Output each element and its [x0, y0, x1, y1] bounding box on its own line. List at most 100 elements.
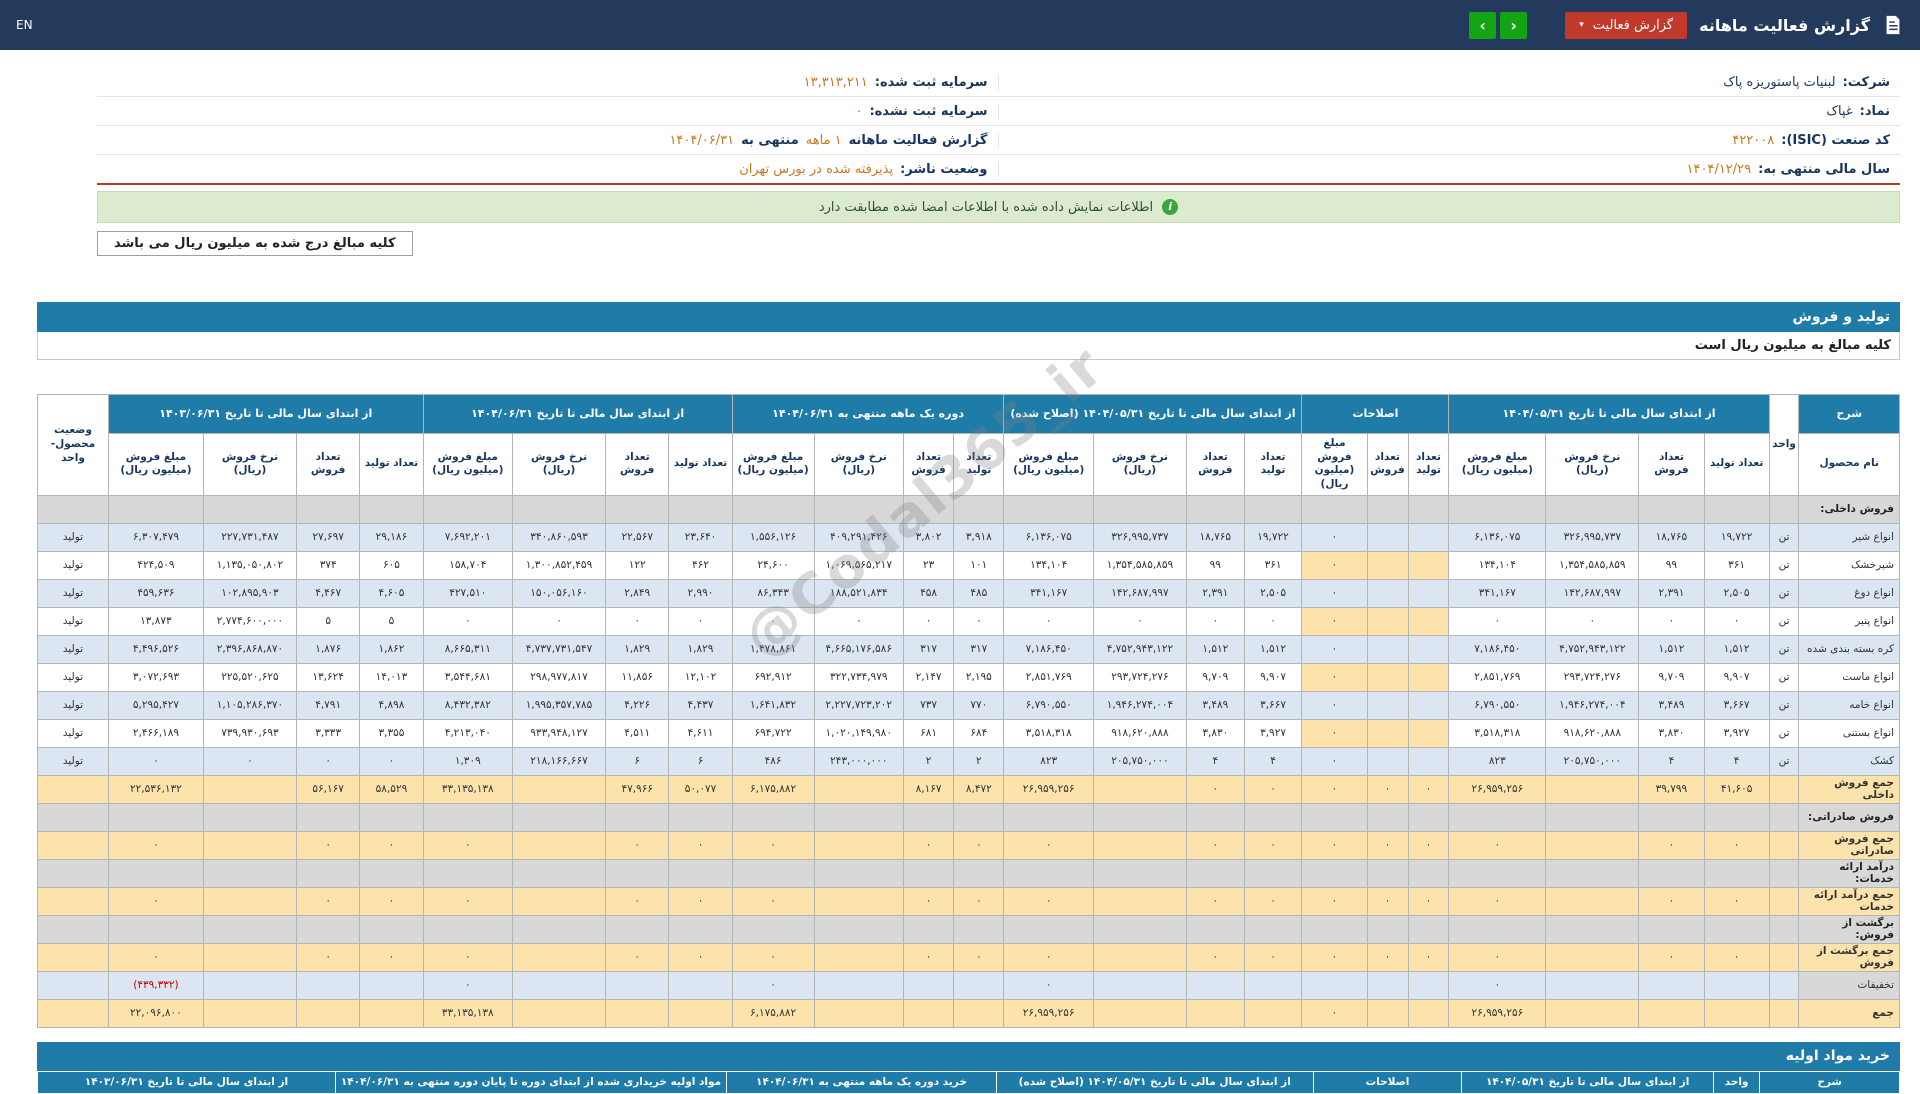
table-cell: انواع خامه — [1798, 690, 1900, 720]
column-header: تعداد فروش — [1638, 433, 1705, 496]
table-cell: ۰ — [1301, 942, 1368, 972]
table-cell: ۰ — [1366, 830, 1409, 860]
table-cell: ۳۶۱ — [1703, 550, 1770, 580]
table-cell: ۹۹ — [1185, 550, 1245, 580]
purchase-column-header: واحد — [1712, 1070, 1761, 1094]
table-cell — [1366, 746, 1409, 776]
table-cell: ۷۳۹,۹۳۰,۶۹۳ — [202, 718, 298, 748]
table-cell — [511, 494, 607, 524]
table-cell: ۰ — [1448, 886, 1547, 916]
table-cell: تن — [1768, 550, 1800, 580]
table-cell — [1092, 970, 1187, 1000]
table-cell — [902, 858, 955, 888]
table-cell: ۲۹۳,۷۲۴,۲۷۶ — [1545, 662, 1640, 692]
table-cell: تن — [1768, 522, 1800, 552]
table-cell: ۰ — [1185, 830, 1245, 860]
table-cell — [813, 802, 904, 832]
column-header: تعداد فروش — [295, 433, 361, 496]
column-header-sharh: شرح — [1798, 394, 1900, 434]
table-cell — [1407, 522, 1450, 552]
table-cell — [1407, 634, 1450, 664]
report-type-button[interactable]: گزارش فعالیت ▾ — [1565, 11, 1688, 39]
company-label: شرکت: — [1842, 74, 1890, 90]
table-cell: ۳۳,۱۳۵,۱۳۸ — [422, 774, 513, 804]
table-cell: ۶۹۲,۹۱۲ — [731, 662, 815, 692]
table-cell: ۲۳ — [902, 550, 955, 580]
production-table-wrap: شرح واحد از ابتدای سال مالی تا تاریخ ۱۴۰۴/… — [37, 394, 1900, 1028]
table-cell — [1545, 998, 1640, 1028]
table-cell — [1301, 858, 1368, 888]
table-cell: ۴,۷۹۱ — [295, 690, 361, 720]
table-cell: ۲۴۳,۰۰۰,۰۰۰ — [813, 746, 904, 776]
table-cell: ۲,۳۹۶,۸۶۸,۸۷۰ — [202, 634, 298, 664]
table-cell — [813, 942, 904, 972]
table-cell: ۲۰۵,۷۵۰,۰۰۰ — [1092, 746, 1187, 776]
table-cell: ۲۳,۶۴۰ — [668, 522, 733, 552]
table-cell: ۳۶۱ — [1243, 550, 1303, 580]
purchase-column-header: از ابتدای سال مالی تا تاریخ ۱۴۰۴/۰۵/۳۱ — [1461, 1070, 1714, 1094]
column-header: تعداد تولید — [359, 433, 424, 496]
table-cell: ۲,۸۵۱,۷۶۹ — [1003, 662, 1094, 692]
table-cell — [1185, 802, 1245, 832]
table-cell — [1243, 858, 1303, 888]
table-cell: ۱۸,۷۶۵ — [1638, 522, 1705, 552]
report-icon — [1882, 14, 1904, 36]
table-cell — [1545, 914, 1640, 944]
table-cell: ۰ — [107, 746, 204, 776]
table-cell — [37, 886, 109, 916]
table-cell — [359, 914, 424, 944]
table-cell — [359, 802, 424, 832]
table-cell: ۱۵۸,۷۰۴ — [422, 550, 513, 580]
table-cell: کشک — [1798, 746, 1900, 776]
table-cell: ۱,۸۶۲ — [359, 634, 424, 664]
table-cell — [107, 914, 204, 944]
table-cell — [813, 858, 904, 888]
amounts-subtitle: کلیه مبالغ به میلیون ریال است — [37, 332, 1900, 360]
table-cell — [668, 970, 733, 1000]
table-cell: ۵۶,۱۶۷ — [295, 774, 361, 804]
table-cell: ۲۴,۶۰۰ — [731, 550, 815, 580]
table-cell: ۰ — [902, 942, 955, 972]
table-cell — [37, 970, 109, 1000]
column-header: مبلغ فروش (میلیون ریال) — [1448, 433, 1547, 496]
table-header-cols-row: نام محصول تعداد تولید تعداد فروش نرخ فروش (… — [38, 433, 1900, 496]
table-cell: ۲۲۷,۷۳۱,۴۸۷ — [202, 522, 298, 552]
table-cell: ۲۹۸,۹۷۷,۸۱۷ — [511, 662, 607, 692]
table-cell: ۶,۱۷۵,۸۸۲ — [731, 998, 815, 1028]
table-cell: ۹۹ — [1638, 550, 1705, 580]
table-cell: ۳۱۷ — [902, 634, 955, 664]
table-cell: ۲,۷۷۴,۶۰۰,۰۰۰ — [202, 606, 298, 636]
table-cell: ۶,۱۳۶,۰۷۵ — [1448, 522, 1547, 552]
table-cell — [953, 802, 1005, 832]
table-row: جمع فروش داخلی ۴۱,۶۰۵ ۳۹,۷۹۹ ۲۶,۹۵۹,۲۵۶ ۰ ۰ ۰ ۰… — [37, 774, 1900, 804]
language-switch-en[interactable]: EN — [16, 18, 33, 32]
table-cell — [1407, 606, 1450, 636]
table-cell — [1003, 914, 1094, 944]
column-header: تعداد تولید — [668, 433, 733, 496]
table-cell — [1301, 802, 1368, 832]
table-cell — [1768, 858, 1800, 888]
table-cell: ۱۳,۸۷۳ — [107, 606, 204, 636]
table-cell: ۶,۷۹۰,۵۵۰ — [1448, 690, 1547, 720]
table-cell — [668, 914, 733, 944]
table-cell: ۱,۹۹۵,۳۵۷,۷۸۵ — [511, 690, 607, 720]
table-cell — [813, 774, 904, 804]
table-cell — [1768, 802, 1800, 832]
table-cell: ۱,۰۲۰,۱۴۹,۹۸۰ — [813, 718, 904, 748]
table-cell: ۳۲۲,۷۳۴,۹۷۹ — [813, 662, 904, 692]
table-cell: ۶۹۴,۷۲۲ — [731, 718, 815, 748]
nav-back-button[interactable]: ‹ — [1469, 11, 1497, 39]
nav-forward-button[interactable]: › — [1500, 11, 1528, 39]
table-cell: ۰ — [813, 606, 904, 636]
table-cell: ۰ — [295, 942, 361, 972]
table-cell: ۳۴۱,۱۶۷ — [1003, 578, 1094, 608]
table-cell — [1366, 998, 1409, 1028]
table-cell — [295, 494, 361, 524]
table-cell: ۰ — [1003, 942, 1094, 972]
table-cell: ۱,۵۱۲ — [1185, 634, 1245, 664]
table-cell: تن — [1768, 634, 1800, 664]
table-cell — [1243, 494, 1303, 524]
symbol-label: نماد: — [1859, 103, 1890, 119]
group-header-amended: از ابتدای سال مالی تا تاریخ ۱۴۰۴/۰۵/۳۱ (… — [1003, 394, 1303, 434]
table-cell: ۴,۵۱۱ — [605, 718, 670, 748]
